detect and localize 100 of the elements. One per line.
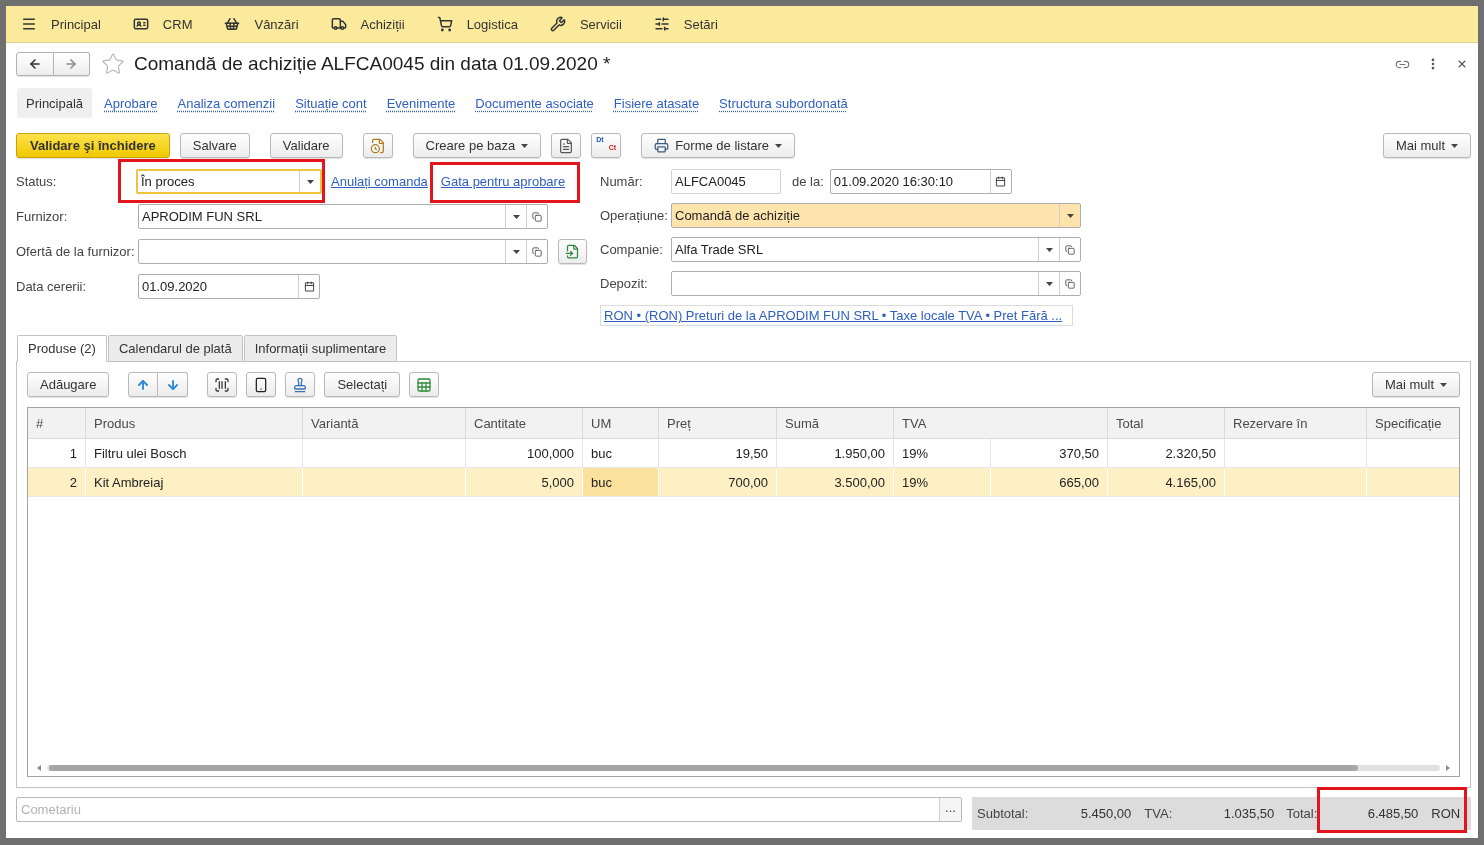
menu-item[interactable]: CRM [132, 11, 193, 37]
menu-item[interactable]: Vânzări [224, 11, 299, 37]
section-tab[interactable]: Fisiere atasate [613, 88, 700, 118]
menu-item[interactable]: Logistica [436, 11, 518, 37]
more-button[interactable]: Mai mult [1382, 133, 1471, 158]
total-value: 5.450,00 [1079, 806, 1132, 821]
column-header[interactable]: Variantă [303, 408, 466, 438]
toolbar-button[interactable]: Adăugare [27, 372, 110, 397]
sliders-icon [653, 16, 670, 32]
scroll-left-icon[interactable] [37, 765, 41, 771]
column-header[interactable]: Preț [659, 408, 777, 438]
action-link[interactable]: Gata pentru aprobare [440, 174, 566, 189]
printer-icon [654, 138, 670, 153]
warehouse-field[interactable] [671, 271, 1081, 296]
section-tab[interactable]: Structura subordonată [719, 88, 848, 118]
column-header[interactable]: # [28, 408, 86, 438]
section-tab[interactable]: Situație cont [295, 88, 367, 118]
spreadsheet-icon [416, 376, 433, 393]
comment-field[interactable]: Cometariu ... [16, 797, 962, 822]
supplier-offer-field[interactable] [138, 239, 548, 264]
supplier-field[interactable]: APRODIM FUN SRL [138, 204, 548, 229]
table-cell: 1.950,00 [777, 439, 894, 467]
column-header[interactable]: Total [1108, 408, 1225, 438]
calendar-icon [995, 176, 1007, 187]
tab[interactable]: Produse (2) [17, 335, 107, 362]
caret-icon [1045, 247, 1053, 252]
table-cell: 19,50 [659, 439, 777, 467]
table-cell: 2 [28, 468, 86, 496]
table-cell: 700,00 [659, 468, 777, 496]
ellipsis-button[interactable]: ... [939, 798, 961, 821]
device-button[interactable] [246, 372, 277, 397]
stamp-icon [292, 376, 309, 393]
column-header[interactable]: Sumă [777, 408, 894, 438]
total-label: Total: [1286, 806, 1318, 821]
close-icon[interactable] [1456, 58, 1468, 70]
column-header[interactable]: TVA [894, 408, 1108, 438]
toolbar-button[interactable]: Salvare [179, 133, 250, 158]
table-cell: 4.165,00 [1108, 468, 1225, 496]
back-button[interactable] [16, 52, 54, 76]
tab[interactable]: Informații suplimentare [243, 335, 398, 362]
primary-button[interactable]: Validare şi închidere [16, 133, 170, 158]
move-down-button[interactable] [158, 372, 189, 397]
column-header[interactable]: Rezervare în [1225, 408, 1367, 438]
column-header[interactable]: Cantitate [466, 408, 583, 438]
table-row[interactable]: 2 Kit Ambreiaj 5,000 buc 700,00 3.500,00 19% 665,00 4.165,00 [28, 468, 1459, 497]
stamp-button[interactable] [285, 372, 316, 397]
squares-icon [532, 246, 542, 257]
squares-icon [532, 211, 542, 222]
total-value: 1.035,50 [1222, 806, 1275, 821]
operation-field[interactable]: Comandă de achiziție [671, 203, 1081, 228]
menu-item[interactable]: Setări [653, 11, 718, 37]
menu-icon [21, 16, 37, 32]
barcode-button[interactable] [207, 372, 238, 397]
status-field[interactable]: În proces [136, 169, 322, 194]
field-label: Furnizor: [16, 209, 69, 224]
fill-from-document-button[interactable] [558, 239, 587, 264]
print-button[interactable]: Forme de listare [641, 133, 796, 158]
table-row[interactable]: 1 Filtru ulei Bosch 100,000 buc 19,50 1.950,00 19% 370,50 2.320,50 [28, 439, 1459, 468]
move-up-button[interactable] [128, 372, 159, 397]
more-button[interactable]: Mai mult [1371, 372, 1460, 397]
spreadsheet-button[interactable] [409, 372, 440, 397]
menu-button[interactable]: Creare pe baza [412, 133, 542, 158]
table-cell: Filtru ulei Bosch [86, 439, 303, 467]
number-field[interactable]: ALFCA0045 [671, 169, 781, 194]
action-link[interactable]: Anulați comanda [331, 174, 428, 189]
calendar-icon [303, 281, 315, 292]
document-button[interactable] [551, 133, 582, 158]
table-cell: 19% [894, 439, 991, 467]
section-tab[interactable]: Principală [17, 88, 93, 118]
document-arrow-icon [565, 244, 580, 259]
table-cell: 2.320,50 [1108, 439, 1225, 467]
document-clock-button[interactable] [362, 133, 393, 158]
section-tab[interactable]: Aprobare [104, 88, 158, 118]
table-cell: buc [583, 468, 659, 496]
column-header[interactable]: Produs [86, 408, 303, 438]
total-label: TVA: [1144, 806, 1173, 821]
toolbar-button[interactable]: Selectați [324, 372, 401, 397]
caret-icon [1451, 143, 1458, 148]
date-field[interactable]: 01.09.2020 [138, 274, 320, 299]
document-icon [558, 137, 575, 154]
field-label: Număr: [600, 174, 644, 189]
caret-icon [521, 143, 529, 148]
star-icon[interactable] [101, 52, 125, 76]
section-tab[interactable]: Evenimente [386, 88, 456, 118]
menu-item[interactable]: Servicii [549, 11, 622, 37]
total-value: 6.485,50 [1366, 806, 1419, 821]
tab[interactable]: Calendarul de plată [107, 335, 243, 362]
section-tab[interactable]: Analiza comenzii [177, 88, 276, 118]
price-settings-link[interactable]: RON • (RON) Preturi de la APRODIM FUN SRL • Taxe locale TVA • Pret Fără ... [604, 308, 1063, 323]
date-field[interactable]: 01.09.2020 16:30:10 [829, 169, 1012, 194]
toolbar-button[interactable]: Validare [269, 133, 343, 158]
column-header[interactable]: Specificație [1367, 408, 1459, 438]
table-cell: 370,50 [991, 439, 1108, 467]
company-field[interactable]: Alfa Trade SRL [671, 237, 1081, 262]
column-header[interactable]: UM [583, 408, 659, 438]
section-tab[interactable]: Documente asociate [475, 88, 594, 118]
menu-item[interactable]: Principal [21, 11, 101, 37]
menu-item[interactable]: Achiziții [330, 11, 405, 37]
right-arrow-icon [64, 57, 79, 71]
scroll-right-icon[interactable] [1446, 765, 1450, 771]
